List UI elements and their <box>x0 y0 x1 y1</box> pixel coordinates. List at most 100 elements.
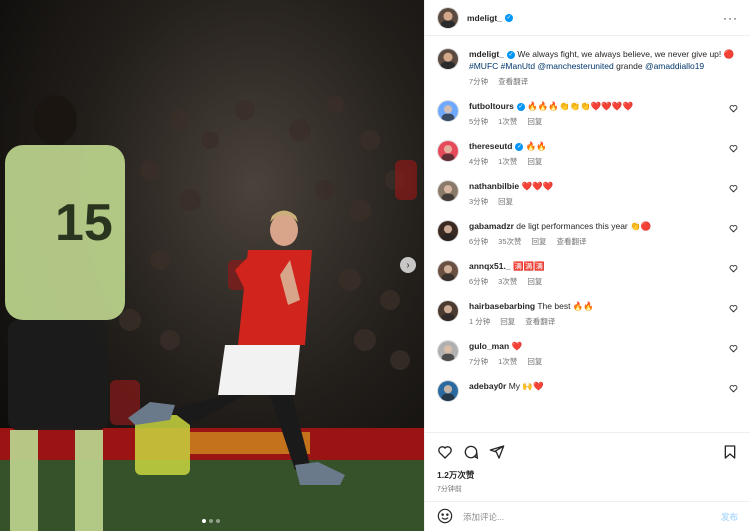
reply-button[interactable]: 回复 <box>527 276 542 288</box>
see-translation-link[interactable]: 查看翻译 <box>557 236 587 248</box>
carousel-dots <box>202 519 220 523</box>
save-icon[interactable] <box>722 444 738 460</box>
hashtag-link[interactable]: #MUFC <box>469 61 498 71</box>
comment-time: 7分钟 <box>469 357 489 366</box>
comment-time: 1 分钟 <box>469 317 491 326</box>
reply-button[interactable]: 回复 <box>498 196 513 208</box>
comment-time: 6分钟 <box>469 277 489 286</box>
heart-icon[interactable] <box>437 444 453 460</box>
next-arrow-icon[interactable]: › <box>400 257 416 273</box>
comment-time: 4分钟 <box>469 157 489 166</box>
post-comment-button[interactable]: 发布 <box>721 511 738 523</box>
comment-item: gulo_man ❤️ 7分钟 1次赞 回复 <box>437 340 738 368</box>
comment-time: 3分钟 <box>469 197 489 206</box>
caption-tail: grande <box>613 61 643 71</box>
comment-item: nathanbilbie ❤️❤️❤️ 3分钟 回复 <box>437 180 738 208</box>
heart-icon[interactable] <box>729 184 738 193</box>
comment-item: annqx51._ 🈵🈵🈵 6分钟 3次赞 回复 <box>437 260 738 288</box>
comments-list[interactable]: mdeligt_ ✓ We always fight, we always bel… <box>425 36 750 432</box>
caption-time: 7分钟 <box>469 77 489 86</box>
likes-count[interactable]: 1.2万次赞 <box>437 469 738 481</box>
comment-text: ❤️❤️❤️ <box>521 181 554 191</box>
commenter-username[interactable]: thereseutd <box>469 141 512 151</box>
comment-item: hairbasebarbing The best 🔥🔥 1 分钟 回复 查看翻译 <box>437 300 738 328</box>
comment-text: 🔥🔥🔥👏👏👏❤️❤️❤️❤️ <box>527 101 634 111</box>
comment-likes[interactable]: 1次赞 <box>498 116 517 128</box>
emoji-icon[interactable] <box>437 508 453 526</box>
heart-icon[interactable] <box>729 344 738 353</box>
author-username[interactable]: mdeligt_ <box>467 13 502 23</box>
post-header: mdeligt_ ✓ ··· <box>425 0 750 36</box>
comment-text: ❤️ <box>511 341 523 351</box>
comment-text: 🔥🔥 <box>525 141 548 151</box>
comment-likes[interactable]: 3次赞 <box>498 276 517 288</box>
action-bar: 1.2万次赞 7分钟前 <box>425 432 750 494</box>
commenter-avatar[interactable] <box>437 220 459 242</box>
mention-link[interactable]: @amaddiallo19 <box>645 61 704 71</box>
comment-likes[interactable]: 1次赞 <box>498 356 517 368</box>
comment-likes[interactable]: 35次赞 <box>498 236 521 248</box>
comment-text: 🈵🈵🈵 <box>512 261 545 271</box>
hashtag-link[interactable]: #ManUtd <box>501 61 536 71</box>
commenter-username[interactable]: hairbasebarbing <box>469 301 535 311</box>
mention-link[interactable]: @manchesterunited <box>538 61 614 71</box>
more-options-icon[interactable]: ··· <box>723 11 738 25</box>
commenter-username[interactable]: annqx51._ <box>469 261 511 271</box>
add-comment-bar: 发布 <box>425 501 750 531</box>
author-avatar[interactable] <box>437 48 459 70</box>
jersey-number: 15 <box>55 194 113 252</box>
comment-time: 5分钟 <box>469 117 489 126</box>
comment-item: adebay0r My 🙌❤️ <box>437 380 738 402</box>
heart-icon[interactable] <box>729 264 738 273</box>
reply-button[interactable]: 回复 <box>532 236 547 248</box>
commenter-avatar[interactable] <box>437 140 459 162</box>
commenter-avatar[interactable] <box>437 180 459 202</box>
post-side-panel: mdeligt_ ✓ ··· mdeligt_ ✓ We always fight… <box>424 0 750 531</box>
commenter-avatar[interactable] <box>437 100 459 122</box>
caption-username[interactable]: mdeligt_ <box>469 49 504 59</box>
commenter-avatar[interactable] <box>437 300 459 322</box>
comment-icon[interactable] <box>463 444 479 460</box>
heart-icon[interactable] <box>729 224 738 233</box>
comment-item: futboltours ✓ 🔥🔥🔥👏👏👏❤️❤️❤️❤️ 5分钟 1次赞 回复 <box>437 100 738 128</box>
stadium-crowd-image: 15 <box>0 0 424 531</box>
see-translation-link[interactable]: 查看翻译 <box>498 76 528 88</box>
verified-icon: ✓ <box>506 50 515 59</box>
comment-time: 6分钟 <box>469 237 489 246</box>
reply-button[interactable]: 回复 <box>500 316 515 328</box>
heart-icon[interactable] <box>729 104 738 113</box>
caption-text: We always fight, we always believe, we n… <box>517 49 735 59</box>
commenter-username[interactable]: futboltours <box>469 101 514 111</box>
reply-button[interactable]: 回复 <box>527 116 542 128</box>
heart-icon[interactable] <box>729 304 738 313</box>
commenter-username[interactable]: gabamadzr <box>469 221 514 231</box>
verified-icon: ✓ <box>515 142 524 151</box>
comment-likes[interactable]: 1次赞 <box>498 156 517 168</box>
commenter-avatar[interactable] <box>437 260 459 282</box>
carousel-dot <box>209 519 213 523</box>
comment-item: thereseutd ✓ 🔥🔥 4分钟 1次赞 回复 <box>437 140 738 168</box>
carousel-dot <box>202 519 206 523</box>
see-translation-link[interactable]: 查看翻译 <box>525 316 555 328</box>
heart-icon[interactable] <box>729 144 738 153</box>
verified-icon: ✓ <box>516 102 525 111</box>
comment-text: My 🙌❤️ <box>508 381 544 391</box>
heart-icon[interactable] <box>729 384 738 393</box>
reply-button[interactable]: 回复 <box>527 356 542 368</box>
reply-button[interactable]: 回复 <box>527 156 542 168</box>
post-time: 7分钟前 <box>437 486 462 493</box>
commenter-username[interactable]: gulo_man <box>469 341 509 351</box>
comment-input[interactable] <box>463 511 721 522</box>
carousel-dot <box>216 519 220 523</box>
commenter-avatar[interactable] <box>437 380 459 402</box>
share-icon[interactable] <box>489 444 505 460</box>
post-photo[interactable]: 15 › <box>0 0 424 531</box>
comment-text: The best 🔥🔥 <box>537 301 594 311</box>
verified-icon: ✓ <box>504 13 513 22</box>
commenter-username[interactable]: adebay0r <box>469 381 506 391</box>
author-avatar[interactable] <box>437 6 459 29</box>
commenter-avatar[interactable] <box>437 340 459 362</box>
commenter-username[interactable]: nathanbilbie <box>469 181 519 191</box>
caption: mdeligt_ ✓ We always fight, we always bel… <box>437 36 738 88</box>
comment-text: de ligt performances this year 👏🔴 <box>516 221 652 231</box>
